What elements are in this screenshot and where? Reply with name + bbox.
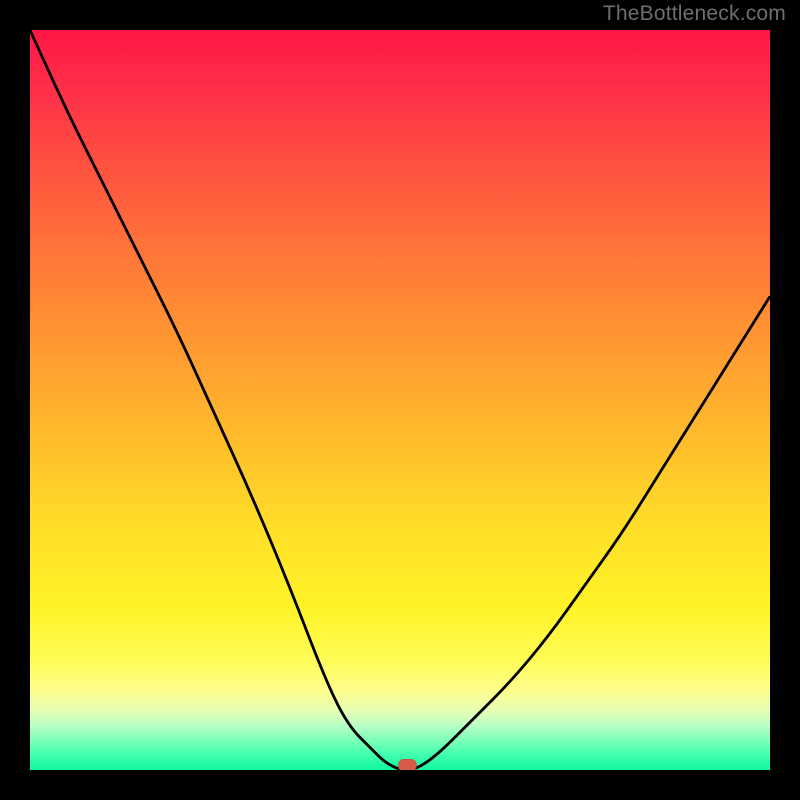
gradient-plot-area bbox=[30, 30, 770, 770]
watermark-text: TheBottleneck.com bbox=[603, 2, 786, 26]
chart-frame: TheBottleneck.com bbox=[0, 0, 800, 800]
